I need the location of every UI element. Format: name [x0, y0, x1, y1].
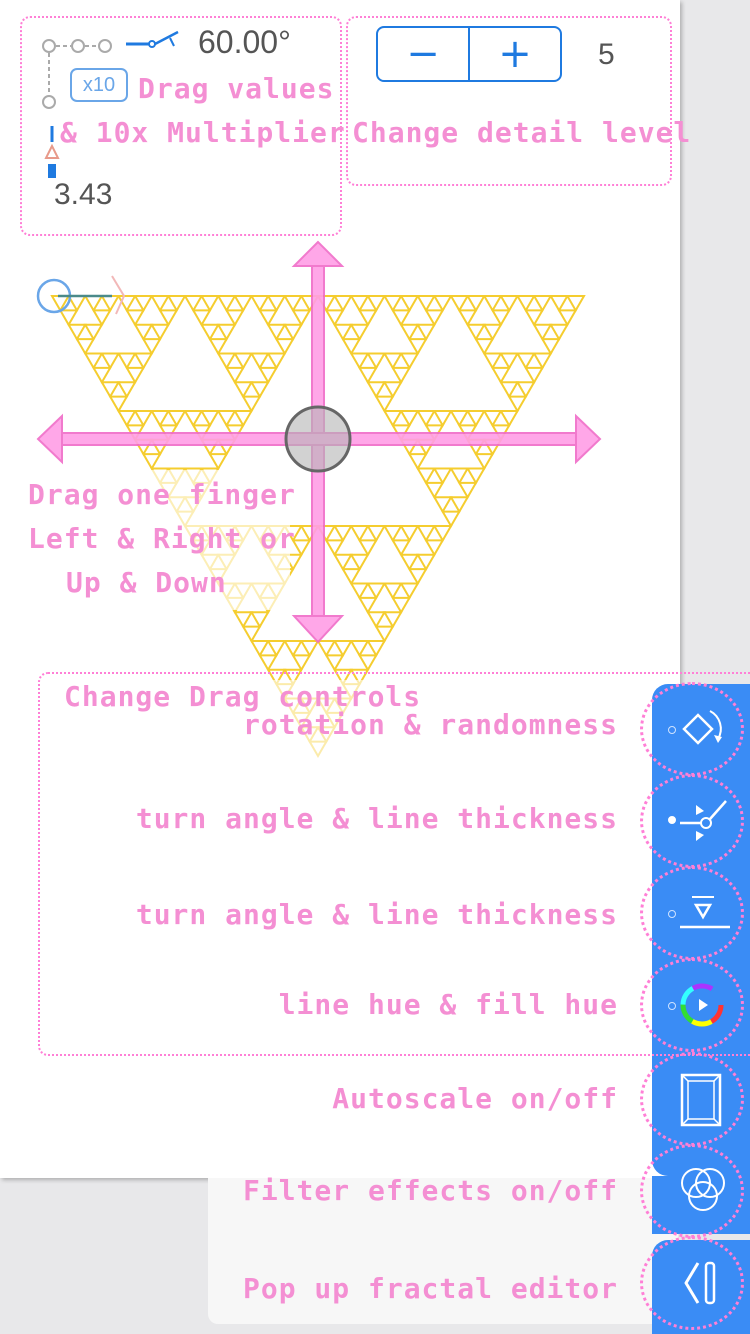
hue-button[interactable]: [640, 958, 744, 1052]
line-thickness-button[interactable]: [640, 866, 744, 960]
autoscale-label: Autoscale on/off: [332, 1082, 618, 1115]
drag-control-label-3: line hue & fill hue: [278, 988, 618, 1021]
canvas-hint-line2: Left & Right or: [28, 522, 296, 555]
color-wheel-icon: [680, 983, 724, 1027]
fractal-editor-button[interactable]: [640, 1236, 744, 1330]
rotate-diamond-icon: [682, 710, 722, 745]
autoscale-toggle[interactable]: [640, 1052, 744, 1146]
turn-angle-thickness-button[interactable]: [640, 774, 744, 868]
line-thickness-icon: [680, 896, 730, 929]
drag-control-label-1: turn angle & line thickness: [135, 802, 618, 835]
drag-handle: [284, 405, 352, 473]
filter-circles-icon: [681, 1168, 725, 1211]
canvas-hint-line3: Up & Down: [66, 566, 227, 599]
rotation-randomness-button[interactable]: [640, 682, 744, 776]
canvas-hint-line1: Drag one finger: [28, 478, 296, 511]
chevron-left-icon: [684, 1261, 716, 1305]
fractal-editor-label: Pop up fractal editor: [242, 1272, 618, 1305]
filter-effects-toggle[interactable]: [640, 1144, 744, 1238]
drag-control-label-0: rotation & randomness: [242, 708, 618, 741]
turn-angle-icon: [680, 800, 727, 841]
drag-control-label-2: turn angle & line thickness: [135, 898, 618, 931]
autoscale-icon: [680, 1073, 722, 1127]
filter-effects-label: Filter effects on/off: [242, 1174, 618, 1207]
